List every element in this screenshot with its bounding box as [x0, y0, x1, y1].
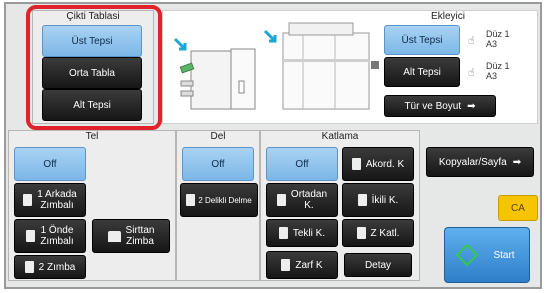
two-hole-punch-button[interactable]: 2 Delikli Delme	[180, 183, 258, 217]
copies-per-set-button[interactable]: Kopyalar/Sayfa ➡	[426, 147, 534, 177]
single-fold-label: Tekli K.	[292, 227, 326, 239]
lower-tray-paper-icon: ☝	[468, 67, 475, 79]
single-fold-button[interactable]: Tekli K.	[266, 219, 338, 247]
fold-off-button[interactable]: Off	[266, 147, 338, 181]
staple-icon	[24, 261, 34, 273]
copies-per-set-label: Kopyalar/Sayfa	[438, 156, 507, 168]
arrow-right-icon: ➡	[467, 100, 476, 112]
type-and-size-label: Tür ve Boyut	[404, 100, 462, 112]
clear-all-button[interactable]: CA	[498, 195, 538, 221]
fold-icon	[278, 227, 288, 239]
staple-icon	[26, 230, 36, 242]
upper-tray-paper-icon: ☝	[468, 35, 475, 47]
staple-title: Tel	[85, 131, 99, 142]
staple-one-front-label: 1 Önde Zımbalı	[40, 225, 74, 247]
two-hole-punch-label: 2 Delikli Delme	[198, 195, 252, 205]
punch-title: Del	[210, 131, 226, 142]
fold-detail-button[interactable]: Detay	[344, 253, 412, 277]
inserter-lower-tray-button[interactable]: Alt Tepsi	[384, 57, 460, 87]
z-fold-label: Z Katl.	[370, 227, 400, 239]
z-fold-button[interactable]: Z Katl.	[342, 219, 414, 247]
saddle-stitch-label: Sirttan Zimba	[125, 225, 155, 247]
lower-tray-paper-type: Düz 1	[486, 61, 510, 71]
fold-title: Katlama	[321, 131, 359, 142]
punch-icon	[186, 194, 196, 206]
staple-icon	[23, 194, 33, 206]
upper-tray-paper-size: A3	[486, 39, 498, 49]
double-fold-button[interactable]: İkili K.	[342, 183, 414, 217]
envelope-fold-button[interactable]: Zarf K	[266, 251, 338, 279]
upper-tray-paper-type: Düz 1	[486, 29, 510, 39]
punch-off-button[interactable]: Off	[182, 147, 254, 181]
lower-tray-paper-size: A3	[486, 71, 498, 81]
fold-icon	[357, 194, 367, 206]
fold-icon	[356, 227, 366, 239]
staple-one-back-button[interactable]: 1 Arkada Zımbalı	[14, 183, 86, 217]
fold-icon	[281, 259, 291, 271]
staple-two-button[interactable]: 2 Zımba	[14, 255, 86, 279]
start-button[interactable]: Start	[444, 227, 530, 283]
booklet-icon	[107, 230, 121, 242]
saddle-stitch-button[interactable]: Sirttan Zimba	[92, 219, 170, 253]
start-label: Start	[493, 249, 515, 261]
accordion-fold-label: Akord. K	[365, 158, 405, 170]
staple-two-label: 2 Zımba	[38, 261, 76, 273]
inserter-upper-tray-button[interactable]: Üst Tepsi	[384, 25, 460, 55]
output-tray-highlight	[26, 5, 162, 130]
type-and-size-button[interactable]: Tür ve Boyut ➡	[384, 95, 496, 117]
arrow-right-icon: ➡	[512, 156, 522, 168]
center-fold-label: Ortadan K.	[290, 189, 328, 211]
accordion-fold-button[interactable]: Akord. K	[342, 147, 414, 181]
staple-one-back-label: 1 Arkada Zımbalı	[37, 189, 77, 211]
inserter-title: Ekleyici	[431, 11, 465, 22]
double-fold-label: İkili K.	[371, 194, 399, 206]
staple-off-button[interactable]: Off	[14, 147, 86, 181]
staple-one-front-button[interactable]: 1 Önde Zımbalı	[14, 219, 86, 253]
fold-icon	[351, 158, 361, 170]
center-fold-button[interactable]: Ortadan K.	[266, 183, 338, 217]
fold-icon	[276, 194, 286, 206]
envelope-fold-label: Zarf K	[295, 259, 323, 271]
start-diamond-icon	[456, 243, 479, 267]
